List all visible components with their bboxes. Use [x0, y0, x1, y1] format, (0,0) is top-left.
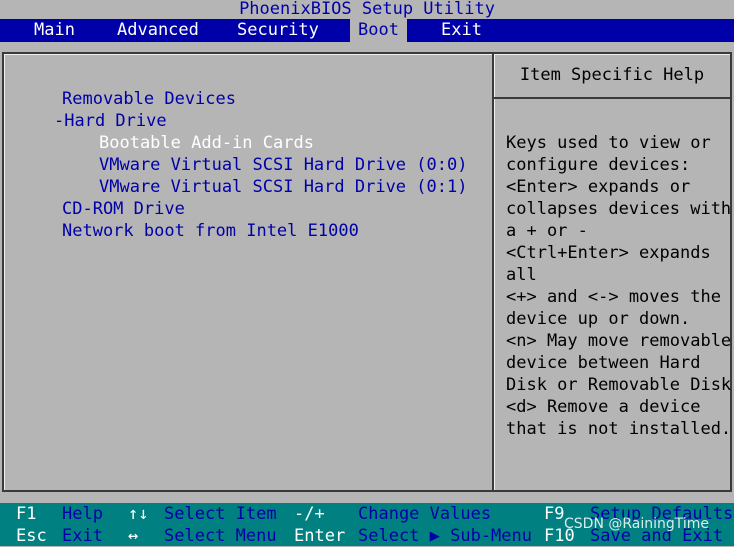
key-desc-select-sub-menu: Select ▶ Sub-Menu [358, 526, 532, 546]
help-line: <d> Remove a device [506, 397, 701, 417]
key-desc-select-item: Select Item [164, 504, 277, 524]
help-text: Keys used to view or configure devices: … [506, 132, 732, 440]
key-desc-change-values: Change Values [358, 504, 492, 524]
help-line: Keys used to view or [506, 133, 711, 153]
boot-item-bootable-add-in-cards[interactable]: Bootable Add-in Cards [99, 132, 314, 154]
boot-item-vmware-scsi-0-1[interactable]: VMware Virtual SCSI Hard Drive (0:1) [99, 176, 467, 198]
main-frame: Removable Devices -Hard Drive Bootable A… [0, 50, 734, 494]
tab-exit[interactable]: Exit [433, 19, 490, 42]
tab-advanced[interactable]: Advanced [109, 19, 207, 42]
help-panel: Item Specific Help Keys used to view or … [492, 52, 732, 492]
tab-boot[interactable]: Boot [350, 19, 407, 42]
boot-item-vmware-scsi-0-0[interactable]: VMware Virtual SCSI Hard Drive (0:0) [99, 154, 467, 176]
help-line: configure devices: [506, 155, 691, 175]
help-line: collapses devices with [506, 199, 732, 219]
key-desc-exit: Exit [62, 526, 103, 546]
key-f9: F9 [544, 504, 565, 524]
boot-order-panel: Removable Devices -Hard Drive Bootable A… [2, 52, 492, 492]
key-enter: Enter [294, 526, 346, 546]
help-line: all [506, 265, 537, 285]
app-title: PhoenixBIOS Setup Utility [0, 0, 734, 19]
boot-item-network-boot[interactable]: Network boot from Intel E1000 [62, 220, 359, 242]
key-desc-select-menu: Select Menu [164, 526, 277, 546]
help-line: <+> and <-> moves the [506, 287, 721, 307]
help-line: <Ctrl+Enter> expands [506, 243, 711, 263]
key-f1: F1 [16, 504, 37, 524]
help-title: Item Specific Help [494, 54, 730, 99]
key-minus-plus: -/+ [294, 504, 325, 524]
tab-security[interactable]: Security [229, 19, 327, 42]
boot-item-removable-devices[interactable]: Removable Devices [62, 88, 236, 110]
key-up-down: ↑↓ [128, 504, 149, 524]
help-line: Disk or Removable Disk [506, 375, 732, 395]
boot-item-hard-drive[interactable]: -Hard Drive [54, 110, 167, 132]
boot-item-cd-rom-drive[interactable]: CD-ROM Drive [62, 198, 185, 220]
key-esc: Esc [16, 526, 47, 546]
help-line: device between Hard [506, 353, 701, 373]
key-left-right: ↔ [128, 526, 139, 546]
watermark-text: CSDN @RainingTime [564, 516, 710, 532]
help-line: device up or down. [506, 309, 691, 329]
key-desc-help: Help [62, 504, 103, 524]
tab-main[interactable]: Main [26, 19, 83, 42]
menu-bar: Main Advanced Security Boot Exit [0, 19, 734, 42]
help-line: <n> May move removable [506, 331, 732, 351]
help-line: <Enter> expands or [506, 177, 691, 197]
help-line: a + or - [506, 221, 588, 241]
help-line: that is not installed. [506, 419, 732, 439]
